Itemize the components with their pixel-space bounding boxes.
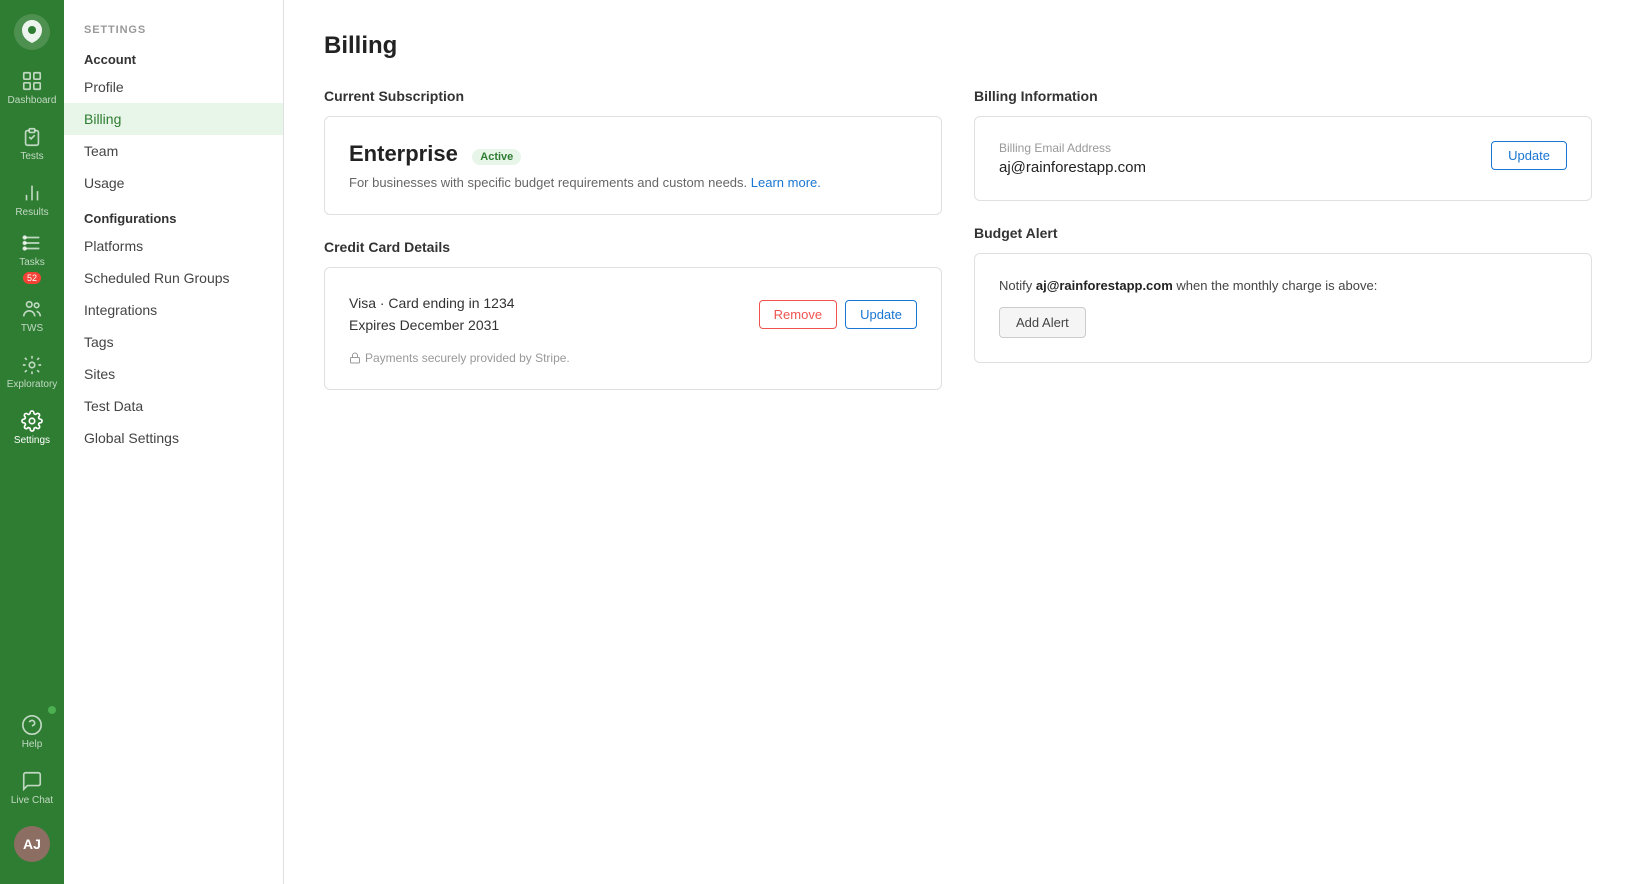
app-logo[interactable] <box>12 12 52 52</box>
billing-info-card: Billing Email Address aj@rainforestapp.c… <box>974 116 1592 201</box>
nav-item-settings[interactable]: Settings <box>0 400 64 456</box>
sidebar-item-tags[interactable]: Tags <box>64 326 283 358</box>
plan-description: For businesses with specific budget requ… <box>349 175 917 190</box>
plan-name: Enterprise <box>349 141 458 166</box>
nav-item-tasks[interactable]: Tasks 52 <box>0 228 64 288</box>
current-subscription-card: Enterprise Active For businesses with sp… <box>324 116 942 215</box>
budget-alert-title: Budget Alert <box>974 225 1592 241</box>
sidebar: SETTINGS Account Profile Billing Team Us… <box>64 0 284 884</box>
sidebar-item-platforms[interactable]: Platforms <box>64 230 283 262</box>
nav-item-tests[interactable]: Tests <box>0 116 64 172</box>
stripe-note: Payments securely provided by Stripe. <box>349 351 917 365</box>
update-card-button[interactable]: Update <box>845 300 917 329</box>
nav-item-live-chat[interactable]: Live Chat <box>0 760 64 816</box>
billing-email-block: Billing Email Address aj@rainforestapp.c… <box>999 141 1146 176</box>
nav-item-help[interactable]: Help <box>0 704 64 760</box>
sidebar-item-integrations[interactable]: Integrations <box>64 294 283 326</box>
billing-info-title: Billing Information <box>974 88 1592 104</box>
left-column: Current Subscription Enterprise Active F… <box>324 88 942 390</box>
sidebar-item-test-data[interactable]: Test Data <box>64 390 283 422</box>
credit-card-card: Visa · Card ending in 1234 Expires Decem… <box>324 267 942 390</box>
configurations-section-title: Configurations <box>64 199 283 230</box>
budget-alert-email: aj@rainforestapp.com <box>1036 278 1173 293</box>
active-badge: Active <box>472 149 521 165</box>
card-expiry: Expires December 2031 <box>349 314 515 336</box>
main-content: Billing Current Subscription Enterprise … <box>284 0 1632 884</box>
current-subscription-title: Current Subscription <box>324 88 942 104</box>
sidebar-item-sites[interactable]: Sites <box>64 358 283 390</box>
help-dot <box>48 706 56 714</box>
sidebar-item-team[interactable]: Team <box>64 135 283 167</box>
nav-item-tws[interactable]: TWS <box>0 288 64 344</box>
nav-rail: Dashboard Tests Results Tasks 52 TWS Exp… <box>0 0 64 884</box>
update-email-button[interactable]: Update <box>1491 141 1567 170</box>
nav-item-dashboard[interactable]: Dashboard <box>0 60 64 116</box>
credit-card-row: Visa · Card ending in 1234 Expires Decem… <box>349 292 917 337</box>
content-grid: Current Subscription Enterprise Active F… <box>324 88 1592 390</box>
budget-alert-text: Notify aj@rainforestapp.com when the mon… <box>999 278 1567 293</box>
avatar-image: AJ <box>14 826 50 862</box>
current-subscription-section: Current Subscription Enterprise Active F… <box>324 88 942 215</box>
budget-alert-section: Budget Alert Notify aj@rainforestapp.com… <box>974 225 1592 363</box>
card-number-info: Visa · Card ending in 1234 <box>349 292 515 314</box>
sidebar-item-usage[interactable]: Usage <box>64 167 283 199</box>
budget-alert-card: Notify aj@rainforestapp.com when the mon… <box>974 253 1592 363</box>
remove-card-button[interactable]: Remove <box>759 300 837 329</box>
billing-email-value: aj@rainforestapp.com <box>999 159 1146 176</box>
billing-info-row: Billing Email Address aj@rainforestapp.c… <box>999 141 1567 176</box>
sidebar-item-global-settings[interactable]: Global Settings <box>64 422 283 454</box>
credit-card-section: Credit Card Details Visa · Card ending i… <box>324 239 942 390</box>
billing-email-label: Billing Email Address <box>999 141 1146 155</box>
account-section-title: Account <box>64 40 283 71</box>
nav-item-results[interactable]: Results <box>0 172 64 228</box>
billing-info-section: Billing Information Billing Email Addres… <box>974 88 1592 201</box>
page-title: Billing <box>324 32 1592 60</box>
card-actions: Remove Update <box>759 300 917 329</box>
learn-more-link[interactable]: Learn more. <box>751 175 821 190</box>
settings-label: SETTINGS <box>64 16 283 40</box>
sidebar-item-scheduled-run-groups[interactable]: Scheduled Run Groups <box>64 262 283 294</box>
sidebar-item-profile[interactable]: Profile <box>64 71 283 103</box>
sidebar-item-billing[interactable]: Billing <box>64 103 283 135</box>
card-info-block: Visa · Card ending in 1234 Expires Decem… <box>349 292 515 337</box>
user-avatar[interactable]: AJ <box>0 816 64 872</box>
right-column: Billing Information Billing Email Addres… <box>974 88 1592 390</box>
credit-card-title: Credit Card Details <box>324 239 942 255</box>
add-alert-button[interactable]: Add Alert <box>999 307 1086 338</box>
nav-item-exploratory[interactable]: Exploratory <box>0 344 64 400</box>
